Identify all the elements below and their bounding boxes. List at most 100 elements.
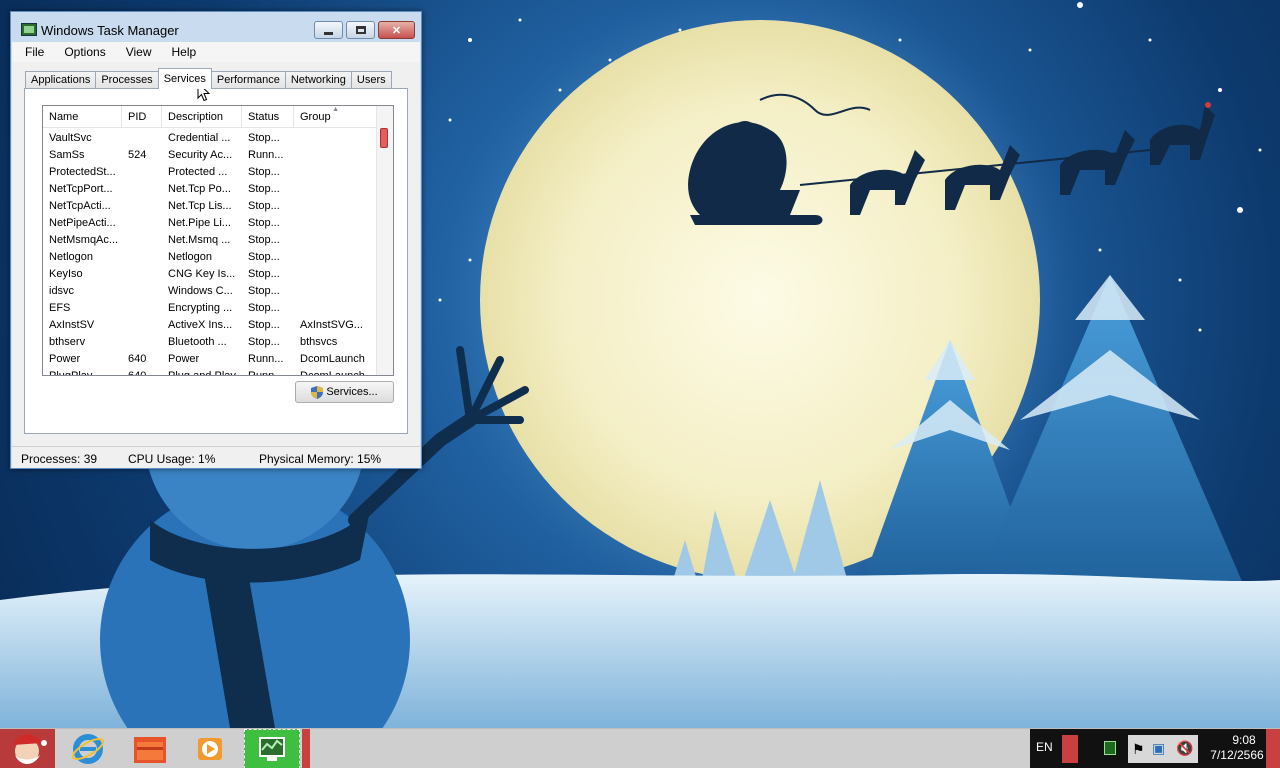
service-description-cell: Plug and Play bbox=[168, 370, 236, 376]
service-description-cell: Net.Pipe Li... bbox=[168, 217, 231, 229]
table-row[interactable]: EFS Encrypting ... Stop... bbox=[43, 300, 378, 317]
menu-view[interactable]: View bbox=[113, 42, 159, 62]
task-manager-icon bbox=[21, 23, 37, 36]
close-button[interactable]: ✕ bbox=[378, 21, 415, 39]
service-pid-cell bbox=[122, 232, 162, 249]
table-row[interactable]: Power 640 Power Runn... DcomLaunch bbox=[43, 351, 378, 368]
clock-date[interactable]: 7/12/2566 bbox=[1206, 748, 1268, 762]
status-memory: Physical Memory: 15% bbox=[259, 452, 382, 466]
service-name-cell: ProtectedSt... bbox=[49, 166, 116, 178]
service-name-cell: VaultSvc bbox=[49, 132, 92, 144]
service-status-cell: Stop... bbox=[248, 302, 280, 314]
tab-users[interactable]: Users bbox=[350, 71, 392, 89]
scrollbar-thumb[interactable] bbox=[380, 128, 388, 148]
file-explorer-icon bbox=[134, 737, 166, 763]
task-manager-tray-icon[interactable] bbox=[1104, 741, 1116, 755]
column-header-name[interactable]: Name bbox=[43, 106, 122, 128]
task-manager-icon bbox=[259, 737, 285, 761]
table-row[interactable]: idsvc Windows C... Stop... bbox=[43, 283, 378, 300]
service-status-cell: Stop... bbox=[248, 319, 280, 331]
close-icon: ✕ bbox=[391, 24, 402, 37]
window-title: Windows Task Manager bbox=[41, 23, 179, 38]
service-pid-cell bbox=[122, 317, 162, 334]
service-group-cell bbox=[294, 266, 378, 283]
vertical-scrollbar[interactable] bbox=[376, 106, 393, 375]
service-group-cell bbox=[294, 215, 378, 232]
service-description-cell: CNG Key Is... bbox=[168, 268, 236, 280]
table-row[interactable]: NetTcpPort... Net.Tcp Po... Stop... bbox=[43, 181, 378, 198]
service-description-cell: Credential ... bbox=[168, 132, 231, 144]
service-group-cell: bthsvcs bbox=[300, 336, 338, 348]
service-pid-cell bbox=[122, 164, 162, 181]
tab-performance[interactable]: Performance bbox=[210, 71, 286, 89]
taskbar-media-player[interactable] bbox=[184, 729, 236, 768]
service-status-cell: Stop... bbox=[248, 336, 280, 348]
menu-help[interactable]: Help bbox=[159, 42, 204, 62]
table-row[interactable]: NetPipeActi... Net.Pipe Li... Stop... bbox=[43, 215, 378, 232]
table-row[interactable]: KeyIso CNG Key Is... Stop... bbox=[43, 266, 378, 283]
clock-time[interactable]: 9:08 bbox=[1222, 733, 1266, 747]
service-name-cell: bthserv bbox=[49, 336, 86, 348]
table-row[interactable]: Netlogon Netlogon Stop... bbox=[43, 249, 378, 266]
table-row[interactable]: ProtectedSt... Protected ... Stop... bbox=[43, 164, 378, 181]
tab-services[interactable]: Services bbox=[157, 68, 212, 89]
network-icon[interactable]: ▣ bbox=[1152, 740, 1165, 757]
table-row[interactable]: VaultSvc Credential ... Stop... bbox=[43, 130, 378, 147]
tab-processes[interactable]: Processes bbox=[95, 71, 159, 89]
service-status-cell: Runn... bbox=[248, 353, 284, 365]
service-description-cell: Security Ac... bbox=[168, 149, 233, 161]
table-row[interactable]: PlugPlay 640 Plug and Play Runn... DcomLaunc… bbox=[43, 368, 378, 376]
service-status-cell: Runn... bbox=[248, 149, 284, 161]
service-group-cell bbox=[294, 164, 378, 181]
service-pid-cell: 524 bbox=[128, 149, 147, 161]
action-center-flag-icon[interactable]: ⚑ bbox=[1132, 741, 1145, 758]
service-status-cell: Stop... bbox=[248, 285, 280, 297]
start-icon bbox=[13, 734, 47, 764]
table-row[interactable]: SamSs 524 Security Ac... Runn... bbox=[43, 147, 378, 164]
service-pid-cell bbox=[122, 334, 162, 351]
status-processes: Processes: 39 bbox=[21, 452, 98, 466]
minimize-button[interactable] bbox=[314, 21, 343, 39]
table-row[interactable]: NetMsmqAc... Net.Msmq ... Stop... bbox=[43, 232, 378, 249]
show-desktop-button[interactable] bbox=[1266, 729, 1280, 768]
sort-arrow-icon: ▲ bbox=[332, 106, 339, 113]
service-status-cell: Stop... bbox=[248, 132, 280, 144]
taskbar-file-explorer[interactable] bbox=[124, 729, 176, 768]
language-indicator[interactable]: EN bbox=[1036, 740, 1053, 754]
maximize-button[interactable] bbox=[346, 21, 375, 39]
service-description-cell: Net.Tcp Lis... bbox=[168, 200, 232, 212]
status-bar: Processes: 39 CPU Usage: 1% Physical Mem… bbox=[12, 446, 420, 468]
services-button[interactable]: Services... bbox=[295, 381, 394, 403]
service-name-cell: NetMsmqAc... bbox=[49, 234, 119, 246]
taskbar-task-manager[interactable] bbox=[244, 729, 300, 768]
service-pid-cell bbox=[122, 249, 162, 266]
column-header-status[interactable]: Status bbox=[242, 106, 294, 128]
tab-networking[interactable]: Networking bbox=[284, 71, 352, 89]
column-header-description[interactable]: Description bbox=[162, 106, 242, 128]
service-group-cell bbox=[294, 283, 378, 300]
column-header-pid[interactable]: PID bbox=[122, 106, 162, 128]
table-row[interactable]: AxInstSV ActiveX Ins... Stop... AxInstSVG..… bbox=[43, 317, 378, 334]
table-row[interactable]: bthserv Bluetooth ... Stop... bthsvcs bbox=[43, 334, 378, 351]
tab-applications[interactable]: Applications bbox=[25, 71, 97, 89]
service-group-cell: DcomLaunch bbox=[300, 353, 365, 365]
service-pid-cell bbox=[122, 130, 162, 147]
title-bar[interactable]: Windows Task Manager ✕ bbox=[11, 12, 421, 42]
notification-area: EN ⚑ ▣ 🔇 9:08 7/12/2566 bbox=[1030, 729, 1280, 768]
service-status-cell: Stop... bbox=[248, 200, 280, 212]
services-list[interactable]: Name PID Description Status Group ▲ Vaul… bbox=[42, 105, 394, 376]
service-group-cell bbox=[294, 249, 378, 266]
column-header-group-label: Group bbox=[300, 111, 331, 123]
keyboard-layout-icon[interactable] bbox=[1062, 735, 1078, 763]
service-group-cell bbox=[294, 232, 378, 249]
tray-icons-group: ⚑ ▣ 🔇 bbox=[1128, 735, 1198, 763]
start-button[interactable] bbox=[0, 729, 55, 768]
volume-muted-icon[interactable]: 🔇 bbox=[1176, 740, 1193, 757]
taskbar-internet-explorer[interactable] bbox=[62, 729, 114, 768]
table-row[interactable]: NetTcpActi... Net.Tcp Lis... Stop... bbox=[43, 198, 378, 215]
menu-file[interactable]: File bbox=[12, 42, 51, 62]
column-header-group[interactable]: Group ▲ bbox=[294, 106, 378, 128]
menu-options[interactable]: Options bbox=[51, 42, 112, 62]
service-name-cell: PlugPlay bbox=[49, 370, 93, 376]
service-pid-cell bbox=[122, 198, 162, 215]
